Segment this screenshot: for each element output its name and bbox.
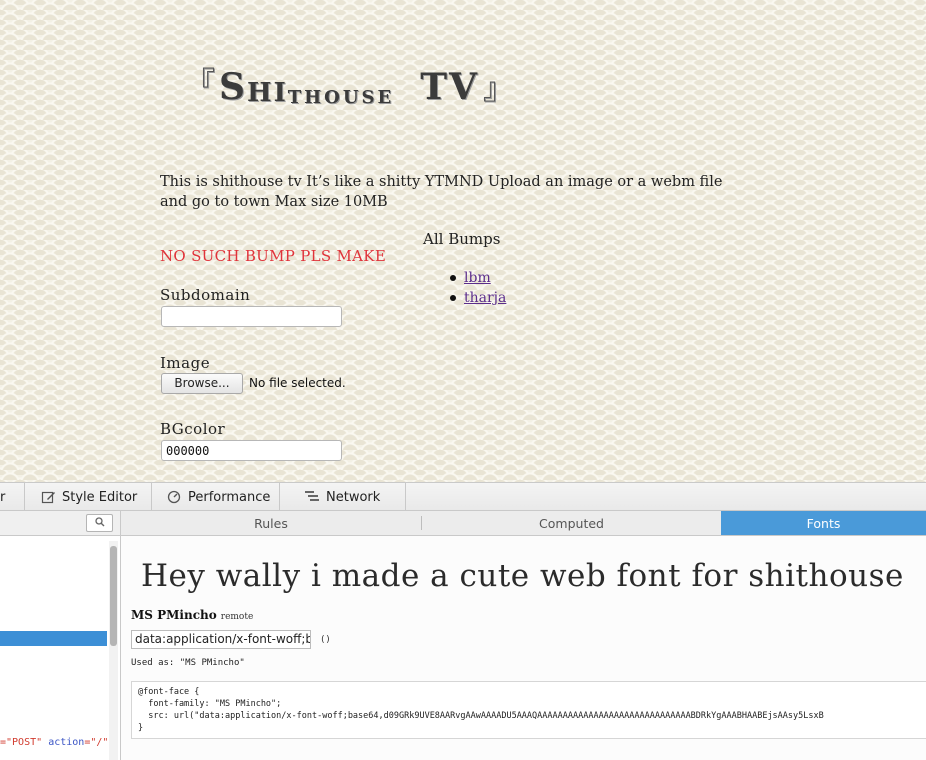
selected-node-row[interactable]	[0, 631, 107, 646]
sidebar-tabs: Rules Computed Fonts	[121, 511, 926, 536]
logo-letter-s: S	[219, 66, 247, 108]
bgcolor-input[interactable]	[161, 440, 342, 461]
search-icon	[94, 514, 105, 532]
tab-inspector-partial[interactable]: r	[0, 483, 25, 511]
tab-style-editor[interactable]: Style Editor	[25, 483, 152, 511]
search-input[interactable]	[86, 514, 113, 532]
logo-word-tv: TV	[420, 66, 479, 108]
tab-rules[interactable]: Rules	[121, 511, 421, 535]
all-bumps-heading: All Bumps	[423, 230, 501, 248]
bumps-list: lbm tharja	[448, 268, 506, 308]
font-name: MS PMincho remote	[131, 608, 254, 622]
tab-performance[interactable]: Performance	[152, 483, 280, 511]
font-face-rule: @font-face { font-family: "MS PMincho"; …	[131, 681, 926, 739]
list-item: lbm	[448, 268, 506, 288]
pencil-icon	[40, 489, 56, 505]
subdomain-label: Subdomain	[160, 286, 251, 304]
browse-file-button[interactable]: Browse...	[161, 373, 243, 394]
site-logo: 『 S H I THOUSE TV 』	[185, 58, 513, 108]
markup-pane: ="POST" action="/"	[0, 511, 121, 760]
markup-form-node[interactable]: ="POST" action="/"	[0, 737, 108, 748]
markup-search-bar	[0, 511, 120, 536]
font-type: remote	[220, 612, 254, 622]
tab-fonts[interactable]: Fonts	[721, 511, 926, 535]
logo-letter-i: I	[273, 78, 288, 108]
bump-link-tharja[interactable]: tharja	[464, 290, 506, 306]
network-icon	[304, 489, 320, 505]
web-page-viewport: 『 S H I THOUSE TV 』 This is shithouse tv…	[0, 0, 926, 482]
tab-computed[interactable]: Computed	[422, 511, 721, 535]
tab-label: Style Editor	[62, 489, 138, 505]
logo-bracket-left: 『	[185, 66, 215, 101]
font-format: ()	[320, 635, 331, 645]
intro-line: and go to town Max size 10MB	[160, 194, 388, 210]
logo-bracket-right: 』	[482, 72, 513, 107]
bgcolor-label: BGcolor	[160, 420, 226, 438]
intro-text: This is shithouse tv It’s like a shitty …	[160, 172, 770, 212]
tab-network[interactable]: Network	[280, 483, 406, 511]
image-label: Image	[160, 354, 211, 372]
error-message: NO SUCH BUMP PLS MAKE	[160, 247, 387, 265]
font-preview-text: Hey wally i made a cute web font for shi…	[141, 558, 904, 594]
font-used-as: Used as: "MS PMincho"	[131, 658, 245, 668]
subdomain-input[interactable]	[161, 306, 342, 327]
file-status-text: No file selected.	[249, 376, 346, 390]
list-item: tharja	[448, 288, 506, 308]
gauge-icon	[166, 489, 182, 505]
tab-label: Performance	[188, 489, 271, 505]
bump-link-lbm[interactable]: lbm	[464, 270, 491, 286]
devtools-panel: r Style Editor Performance Network ="POS…	[0, 482, 926, 760]
tab-label: Network	[326, 489, 381, 505]
logo-letter-h: H	[247, 78, 274, 108]
fonts-panel: Hey wally i made a cute web font for shi…	[121, 536, 926, 760]
font-url-field[interactable]: data:application/x-font-woff;base64,d09G…	[131, 630, 311, 649]
intro-line: This is shithouse tv It’s like a shitty …	[160, 174, 723, 190]
logo-word-thouse: THOUSE	[287, 87, 395, 108]
markup-scrollbar-thumb[interactable]	[110, 546, 117, 646]
devtools-toolbar: r Style Editor Performance Network	[0, 482, 926, 511]
